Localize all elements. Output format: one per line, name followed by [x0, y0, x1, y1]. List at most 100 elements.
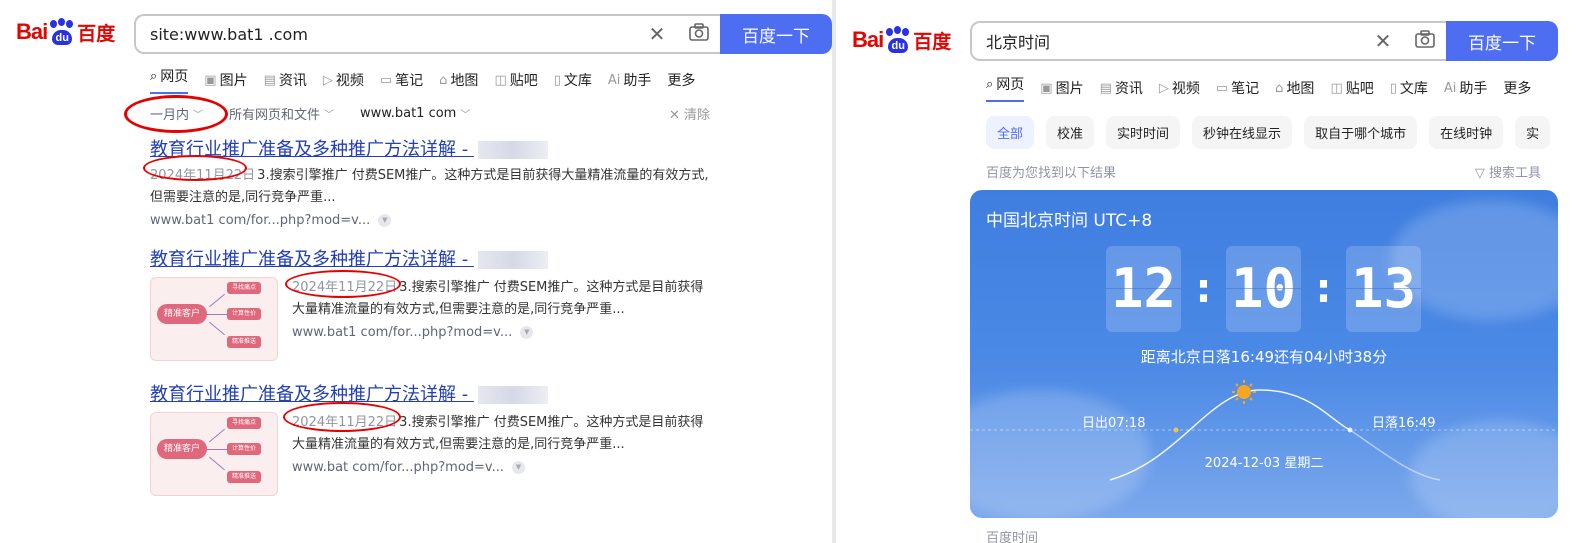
search-bar: site:www.bat1 .com ✕ 百度一下: [134, 14, 832, 54]
tab-doc[interactable]: ▯ 文库: [1390, 74, 1428, 102]
left-browser-pane: Bai du 百度 site:www.bat1 .com ✕ 百度一下 ⌕ 网页 ▣…: [0, 0, 832, 543]
news-icon: ▤: [263, 72, 276, 88]
tab-tieba[interactable]: ◫ 贴吧: [1330, 74, 1373, 102]
camera-icon[interactable]: [678, 22, 720, 46]
tab-label: 视频: [335, 73, 364, 89]
red-annotation-circle: [143, 155, 247, 181]
tab-label: 文库: [563, 73, 592, 89]
tab-label: 更多: [667, 73, 696, 89]
search-tabs: ⌕ 网页 ▣ 图片 ▤ 资讯 ▷ 视频 ▭ 笔记 ⌂ 地图 ◫ 贴吧 ▯ 文库 Ai 助手 更多: [150, 66, 711, 94]
baidu-logo[interactable]: Bai du 百度: [852, 26, 951, 54]
tab-search[interactable]: ⌕ 网页: [150, 66, 189, 94]
search-result: 教育行业推广准备及多种推广方法详解 - 精准客户 寻找痛点 计算性价 精准推送 …: [150, 245, 710, 361]
result-title[interactable]: 教育行业推广准备及多种推广方法详解 -: [150, 380, 710, 406]
ai-icon: Ai: [1443, 80, 1457, 96]
site-filter[interactable]: www.bat1 com ﹀: [360, 104, 470, 123]
clear-filter-button[interactable]: ✕ 清除: [669, 104, 710, 123]
baidu-logo[interactable]: Bai du 百度: [16, 18, 115, 46]
result-url[interactable]: www.bat1 com/for...php?mod=v... ▼: [292, 325, 710, 340]
clear-icon[interactable]: ✕: [636, 22, 678, 46]
tab-label: 资讯: [278, 73, 307, 89]
logo-bai: Bai: [852, 27, 884, 52]
search-tools-label: 搜索工具: [1488, 166, 1541, 181]
tab-video[interactable]: ▷ 视频: [1159, 74, 1200, 102]
tab-search[interactable]: ⌕ 网页: [986, 74, 1025, 102]
thumb-core: 精准客户: [157, 439, 207, 459]
related-chip[interactable]: 全部: [986, 116, 1035, 149]
sunset-countdown: 距离北京日落16:49还有04小时38分: [1140, 348, 1388, 366]
chevron-down-icon[interactable]: ▼: [378, 214, 392, 227]
search-button[interactable]: 百度一下: [720, 14, 832, 54]
image-icon: ▣: [204, 72, 217, 88]
results-found-text: 百度为您找到以下结果: [986, 166, 1117, 181]
result-thumbnail[interactable]: 精准客户 寻找痛点 计算性价 精准推送: [150, 412, 278, 496]
tab-note[interactable]: ▭ 笔记: [1216, 74, 1259, 102]
tieba-icon: ◫: [1330, 80, 1343, 96]
news-icon: ▤: [1099, 80, 1112, 96]
filter-bar: 一月内 ﹀ 所有网页和文件 ﹀ www.bat1 com ﹀ ✕ 清除: [150, 104, 710, 123]
clock-colon: :: [1195, 266, 1212, 312]
sun-arc-chart: [970, 380, 1558, 481]
related-chip[interactable]: 秒钟在线显示: [1192, 116, 1293, 149]
tab-label: 图片: [1055, 81, 1084, 97]
result-title[interactable]: 教育行业推广准备及多种推广方法详解 -: [150, 135, 710, 161]
clear-icon[interactable]: ✕: [1362, 29, 1404, 53]
tab-map[interactable]: ⌂ 地图: [439, 66, 478, 94]
tab-label: 图片: [219, 73, 248, 89]
chevron-down-icon[interactable]: ▼: [520, 326, 534, 339]
thumb-leaf: 寻找痛点: [227, 417, 261, 429]
red-annotation-circle: [283, 402, 401, 432]
related-chip[interactable]: 校准: [1046, 116, 1095, 149]
type-filter[interactable]: 所有网页和文件 ﹀: [229, 104, 334, 123]
logo-cn: 百度: [77, 22, 116, 45]
map-icon: ⌂: [439, 72, 448, 88]
related-chip[interactable]: 实: [1515, 116, 1551, 149]
logo-du: du: [52, 30, 73, 45]
clock-colon: :: [1315, 266, 1332, 312]
tab-tieba[interactable]: ◫ 贴吧: [494, 66, 537, 94]
search-icon: ⌕: [150, 68, 158, 84]
search-input[interactable]: 北京时间 ✕: [970, 21, 1446, 61]
search-button[interactable]: 百度一下: [1446, 21, 1558, 61]
tab-more[interactable]: 更多: [667, 66, 695, 94]
map-icon: ⌂: [1275, 80, 1284, 96]
search-tools-button[interactable]: ▽ 搜索工具: [1475, 162, 1541, 181]
chevron-down-icon: ﹀: [460, 110, 471, 121]
doc-icon: ▯: [1389, 80, 1397, 96]
note-icon: ▭: [379, 72, 393, 88]
result-url-text: www.bat1 com/for...php?mod=v...: [150, 213, 371, 228]
tab-label: 更多: [1503, 81, 1532, 97]
clock-seconds: 13: [1346, 246, 1421, 332]
source-label: 百度时间: [986, 531, 1039, 543]
related-chip[interactable]: 取自于哪个城市: [1304, 116, 1418, 149]
tab-video[interactable]: ▷ 视频: [323, 66, 364, 94]
note-icon: ▭: [1215, 80, 1229, 96]
tab-ai[interactable]: Ai 助手: [608, 66, 652, 94]
blurred-text: [477, 251, 548, 269]
chevron-down-icon[interactable]: ▼: [512, 461, 525, 474]
tab-note[interactable]: ▭ 笔记: [380, 66, 423, 94]
result-title-text: 教育行业推广准备及多种推广方法详解 -: [150, 249, 474, 270]
search-input[interactable]: site:www.bat1 .com ✕: [134, 14, 720, 54]
sunset-time: 日落16:49: [1372, 416, 1436, 431]
thumb-leaf: 计算性价: [227, 443, 261, 455]
related-chip[interactable]: 在线时钟: [1429, 116, 1504, 149]
tab-image[interactable]: ▣ 图片: [204, 66, 247, 94]
doc-icon: ▯: [553, 72, 561, 88]
tab-map[interactable]: ⌂ 地图: [1275, 74, 1314, 102]
tab-more[interactable]: 更多: [1503, 74, 1531, 102]
result-url[interactable]: www.bat com/for...php?mod=v... ▼: [292, 460, 710, 475]
result-url[interactable]: www.bat1 com/for...php?mod=v... ▼: [150, 213, 710, 228]
result-title[interactable]: 教育行业推广准备及多种推广方法详解 -: [150, 245, 710, 271]
camera-icon[interactable]: [1404, 29, 1446, 53]
tab-news[interactable]: ▤ 资讯: [264, 66, 307, 94]
tab-label: 文库: [1399, 81, 1428, 97]
result-thumbnail[interactable]: 精准客户 寻找痛点 计算性价 精准推送: [150, 277, 278, 361]
filter-icon: ▽: [1474, 166, 1489, 181]
tab-ai[interactable]: Ai 助手: [1444, 74, 1488, 102]
related-chip[interactable]: 实时时间: [1106, 116, 1181, 149]
search-result: 教育行业推广准备及多种推广方法详解 - 2024年11月22日 3.搜索引擎推广 …: [150, 135, 710, 228]
tab-image[interactable]: ▣ 图片: [1040, 74, 1083, 102]
tab-news[interactable]: ▤ 资讯: [1100, 74, 1143, 102]
tab-doc[interactable]: ▯ 文库: [554, 66, 592, 94]
